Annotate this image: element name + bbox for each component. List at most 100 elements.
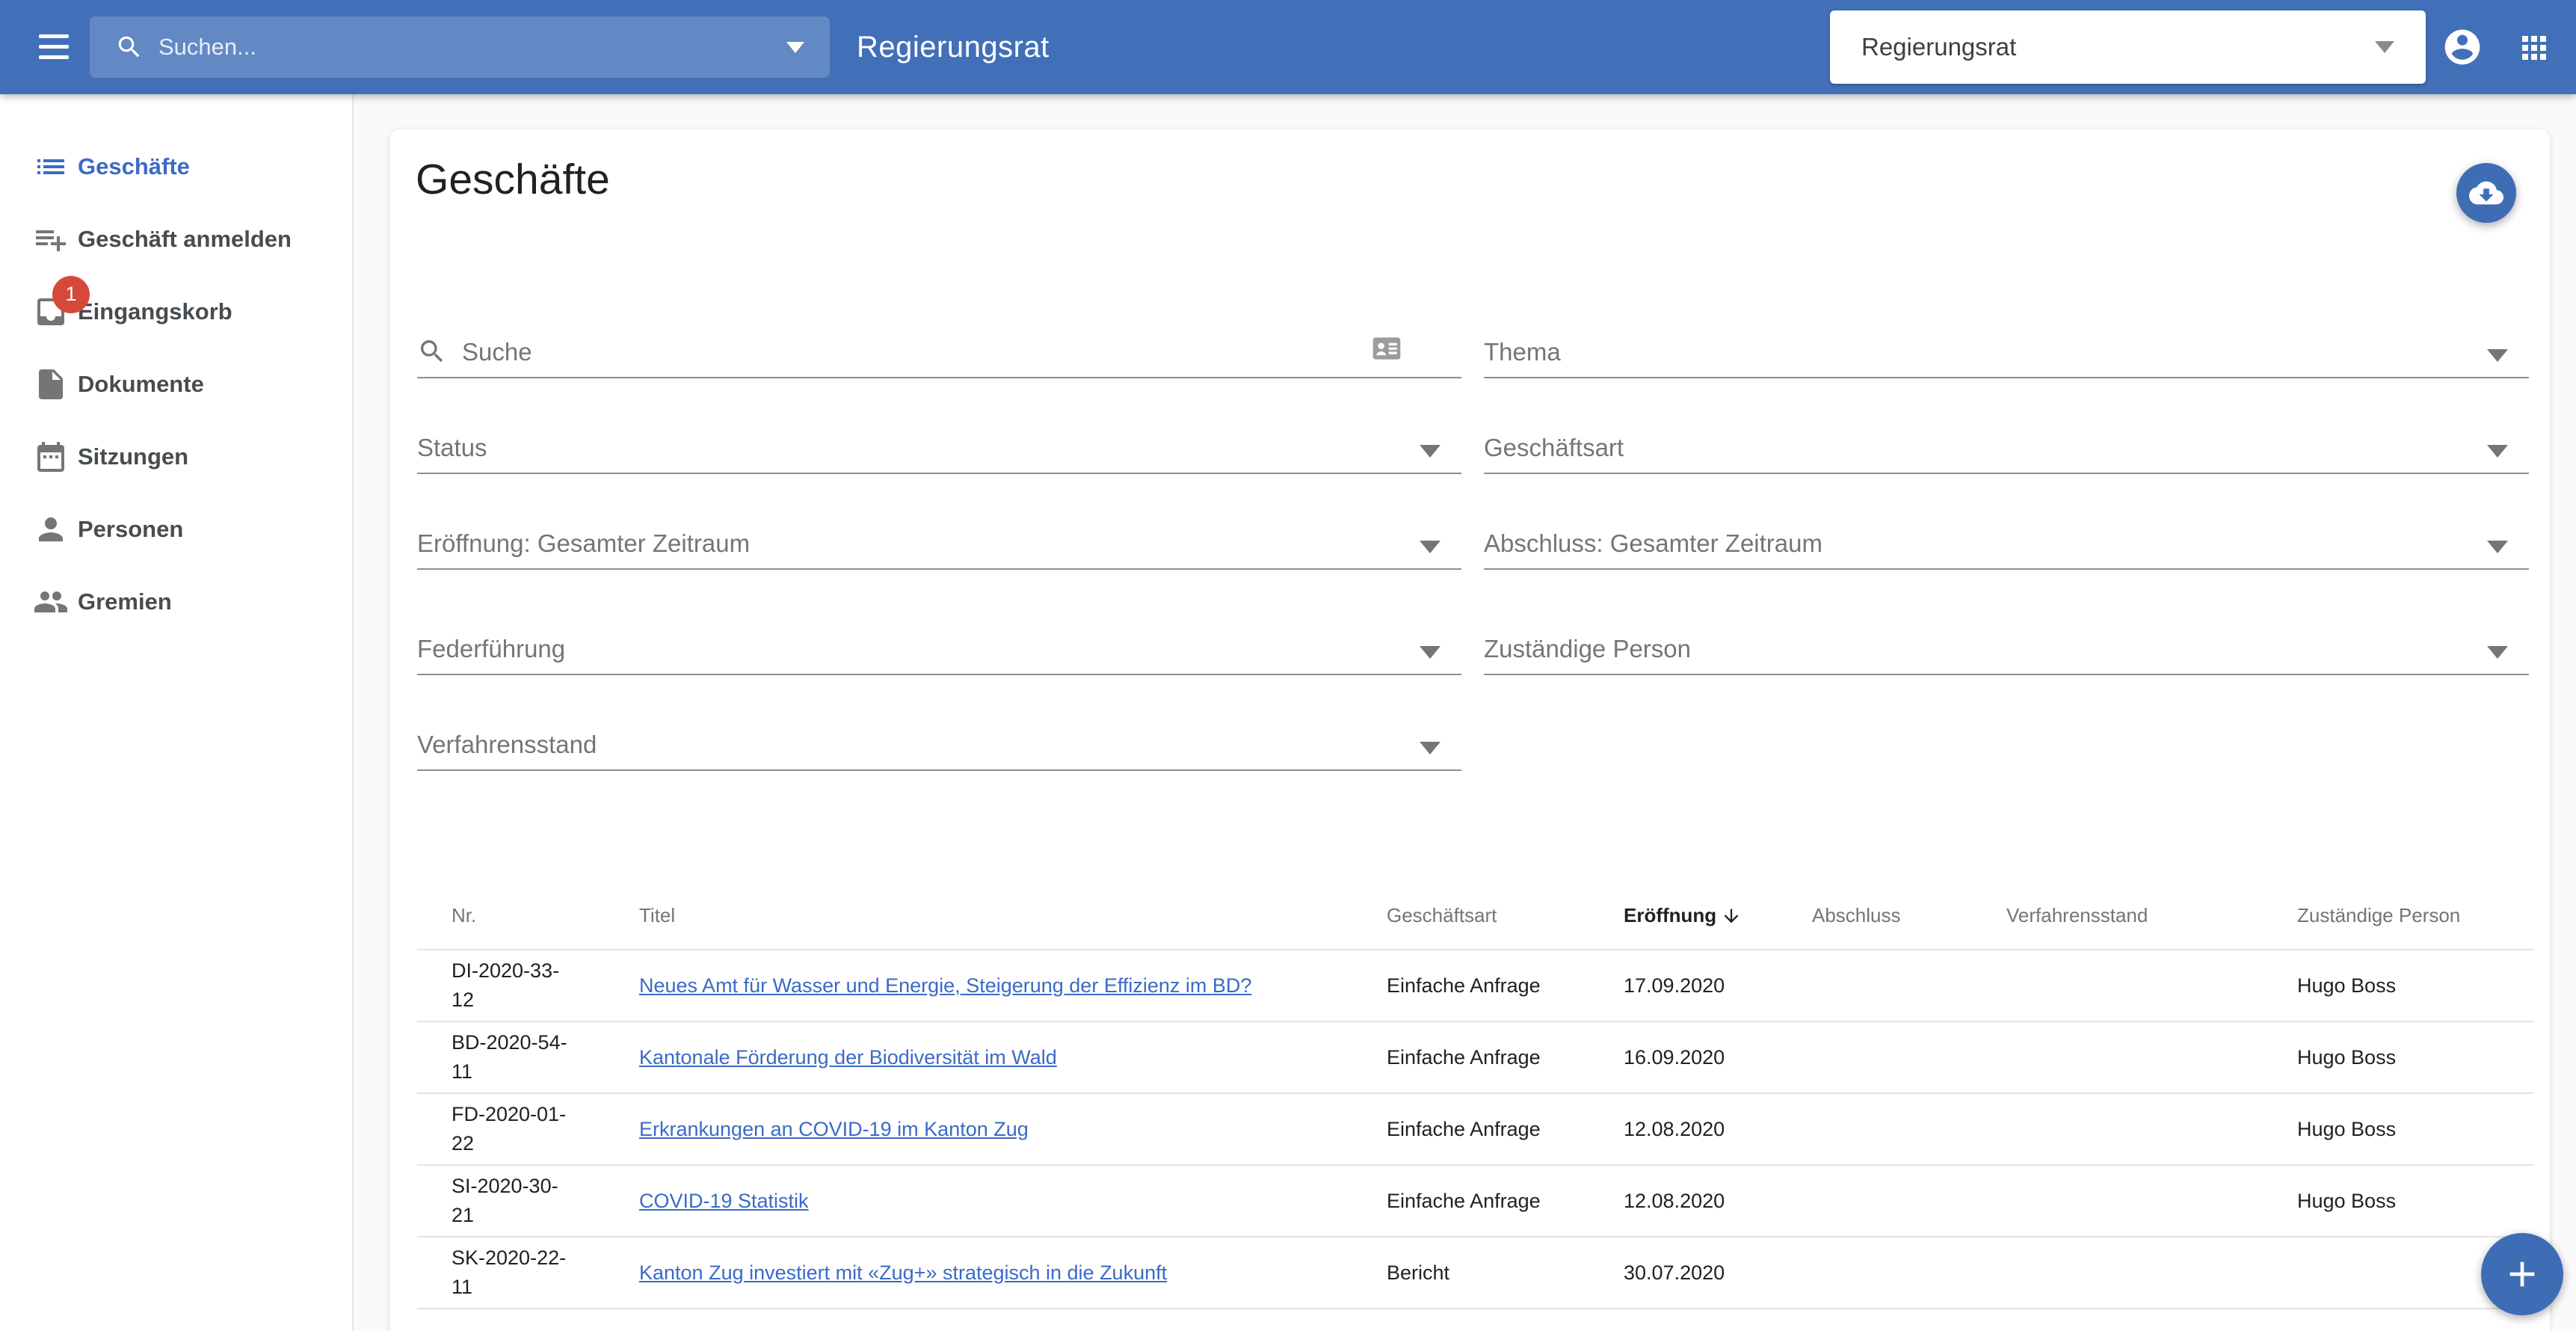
filter-suche-input[interactable]	[462, 338, 1370, 366]
cell-zustaendige-person: Hugo Boss	[2297, 1118, 2534, 1141]
sidebar-item-gremien[interactable]: Gremien	[0, 565, 352, 638]
chevron-down-icon	[1420, 541, 1440, 553]
playlist-add-icon	[33, 221, 69, 257]
sidebar-item-label: Gremien	[78, 588, 172, 615]
cell-nr: SI-2020-30-21	[452, 1172, 575, 1230]
cell-zustaendige-person: Hugo Boss	[2297, 1190, 2534, 1213]
content-card: Geschäfte Thema Status Ges	[389, 129, 2550, 1331]
filter-verfahrensstand[interactable]: Verfahrensstand	[417, 722, 1461, 771]
chevron-down-icon	[2487, 445, 2508, 458]
inbox-count-badge: 1	[52, 276, 90, 313]
calendar-icon	[33, 439, 69, 475]
geschaeft-title-link[interactable]: COVID-19 Statistik	[639, 1190, 809, 1212]
sidebar: Geschäfte Geschäft anmelden 1 Eingangsko…	[0, 94, 354, 1331]
sidebar-item-label: Sitzungen	[78, 443, 188, 470]
filter-geschaeftsart[interactable]: Geschäftsart	[1484, 425, 2529, 474]
cell-nr: SK-2020-22-11	[452, 1244, 575, 1302]
filter-label: Federführung	[417, 635, 565, 663]
add-geschaeft-button[interactable]	[2481, 1233, 2563, 1315]
cell-eroeffnung: 16.09.2020	[1624, 1046, 1812, 1069]
column-header-abschluss[interactable]: Abschluss	[1812, 904, 2006, 927]
filter-abschluss[interactable]: Abschluss: Gesamter Zeitraum	[1484, 520, 2529, 570]
chevron-down-icon	[1420, 646, 1440, 659]
search-icon	[417, 336, 447, 366]
cell-eroeffnung: 12.08.2020	[1624, 1118, 1812, 1141]
cell-eroeffnung: 17.09.2020	[1624, 974, 1812, 998]
column-header-zustaendige-person[interactable]: Zuständige Person	[2297, 904, 2534, 927]
cell-eroeffnung: 30.07.2020	[1624, 1261, 1812, 1285]
column-header-geschaeftsart[interactable]: Geschäftsart	[1387, 904, 1624, 927]
table-row: SK-2020-22-11 Kanton Zug investiert mit …	[417, 1238, 2534, 1309]
person-icon	[33, 511, 69, 547]
chevron-down-icon	[1420, 742, 1440, 754]
table-row: FD-2020-01-22 Erkrankungen an COVID-19 i…	[417, 1094, 2534, 1166]
table-row: SI-2020-30-21 COVID-19 Statistik Einfach…	[417, 1166, 2534, 1238]
filter-suche[interactable]	[417, 329, 1461, 378]
filter-thema[interactable]: Thema	[1484, 329, 2529, 378]
apps-grid-icon[interactable]	[2516, 30, 2552, 66]
filter-label: Thema	[1484, 338, 1561, 366]
search-scope-caret-icon[interactable]	[786, 42, 804, 53]
table-row: DI-2020-33-12 Neues Amt für Wasser und E…	[417, 950, 2534, 1022]
app-title: Regierungsrat	[857, 0, 1050, 94]
contact-card-icon[interactable]	[1370, 332, 1403, 365]
sidebar-item-geschaefte[interactable]: Geschäfte	[0, 130, 352, 203]
geschaefte-table: Nr. Titel Geschäftsart Eröffnung Abschlu…	[417, 882, 2534, 1309]
cell-nr: BD-2020-54-11	[452, 1028, 575, 1086]
chevron-down-icon	[2375, 41, 2394, 53]
filter-label: Verfahrensstand	[417, 731, 597, 759]
filter-zustaendige-person[interactable]: Zuständige Person	[1484, 626, 2529, 675]
sidebar-item-personen[interactable]: Personen	[0, 493, 352, 565]
geschaeft-title-link[interactable]: Erkrankungen an COVID-19 im Kanton Zug	[639, 1118, 1029, 1140]
sort-desc-arrow-icon	[1721, 906, 1742, 926]
chevron-down-icon	[2487, 349, 2508, 362]
geschaeft-title-link[interactable]: Kantonale Förderung der Biodiversität im…	[639, 1046, 1057, 1069]
sidebar-item-label: Personen	[78, 516, 183, 543]
cell-nr: DI-2020-33-12	[452, 956, 575, 1015]
menu-icon[interactable]	[36, 28, 72, 64]
cell-zustaendige-person: Hugo Boss	[2297, 974, 2534, 998]
filter-label: Abschluss: Gesamter Zeitraum	[1484, 529, 1822, 558]
tenant-select[interactable]: Regierungsrat	[1830, 10, 2426, 84]
table-header-row: Nr. Titel Geschäftsart Eröffnung Abschlu…	[417, 882, 2534, 950]
column-header-eroeffnung-sorted[interactable]: Eröffnung	[1624, 904, 1812, 927]
top-app-bar: Regierungsrat Regierungsrat	[0, 0, 2576, 94]
filter-federfuehrung[interactable]: Federführung	[417, 626, 1461, 675]
global-search[interactable]	[90, 16, 830, 78]
inbox-icon: 1	[33, 294, 69, 330]
list-icon	[33, 149, 69, 185]
column-header-titel[interactable]: Titel	[639, 904, 1387, 927]
table-row: BD-2020-54-11 Kantonale Förderung der Bi…	[417, 1022, 2534, 1094]
column-header-nr[interactable]: Nr.	[452, 904, 639, 927]
cell-geschaeftsart: Einfache Anfrage	[1387, 974, 1624, 998]
geschaeft-title-link[interactable]: Kanton Zug investiert mit «Zug+» strateg…	[639, 1261, 1167, 1284]
search-icon	[115, 33, 144, 61]
cell-geschaeftsart: Einfache Anfrage	[1387, 1046, 1624, 1069]
sidebar-item-label: Dokumente	[78, 371, 204, 398]
sidebar-item-sitzungen[interactable]: Sitzungen	[0, 420, 352, 493]
chevron-down-icon	[2487, 646, 2508, 659]
cell-geschaeftsart: Einfache Anfrage	[1387, 1190, 1624, 1213]
filter-status[interactable]: Status	[417, 425, 1461, 474]
column-header-label: Eröffnung	[1624, 904, 1716, 927]
app-root: Regierungsrat Regierungsrat Geschäfte Ge…	[0, 0, 2576, 1331]
column-header-verfahrensstand[interactable]: Verfahrensstand	[2006, 904, 2297, 927]
cell-zustaendige-person: Hugo Boss	[2297, 1046, 2534, 1069]
page-title: Geschäfte	[416, 155, 610, 204]
cell-eroeffnung: 12.08.2020	[1624, 1190, 1812, 1213]
export-download-button[interactable]	[2456, 163, 2516, 223]
plus-icon	[2501, 1253, 2543, 1295]
account-icon[interactable]	[2441, 26, 2483, 68]
geschaeft-title-link[interactable]: Neues Amt für Wasser und Energie, Steige…	[639, 974, 1251, 997]
cloud-download-icon	[2469, 176, 2503, 210]
sidebar-item-label: Geschäft anmelden	[78, 226, 292, 253]
global-search-input[interactable]	[158, 34, 786, 61]
sidebar-item-eingangskorb[interactable]: 1 Eingangskorb	[0, 275, 352, 348]
filter-eroeffnung[interactable]: Eröffnung: Gesamter Zeitraum	[417, 520, 1461, 570]
sidebar-item-geschaeft-anmelden[interactable]: Geschäft anmelden	[0, 203, 352, 275]
chevron-down-icon	[2487, 541, 2508, 553]
sidebar-item-dokumente[interactable]: Dokumente	[0, 348, 352, 420]
filter-label: Geschäftsart	[1484, 434, 1624, 462]
cell-geschaeftsart: Bericht	[1387, 1261, 1624, 1285]
table-body: DI-2020-33-12 Neues Amt für Wasser und E…	[417, 950, 2534, 1309]
